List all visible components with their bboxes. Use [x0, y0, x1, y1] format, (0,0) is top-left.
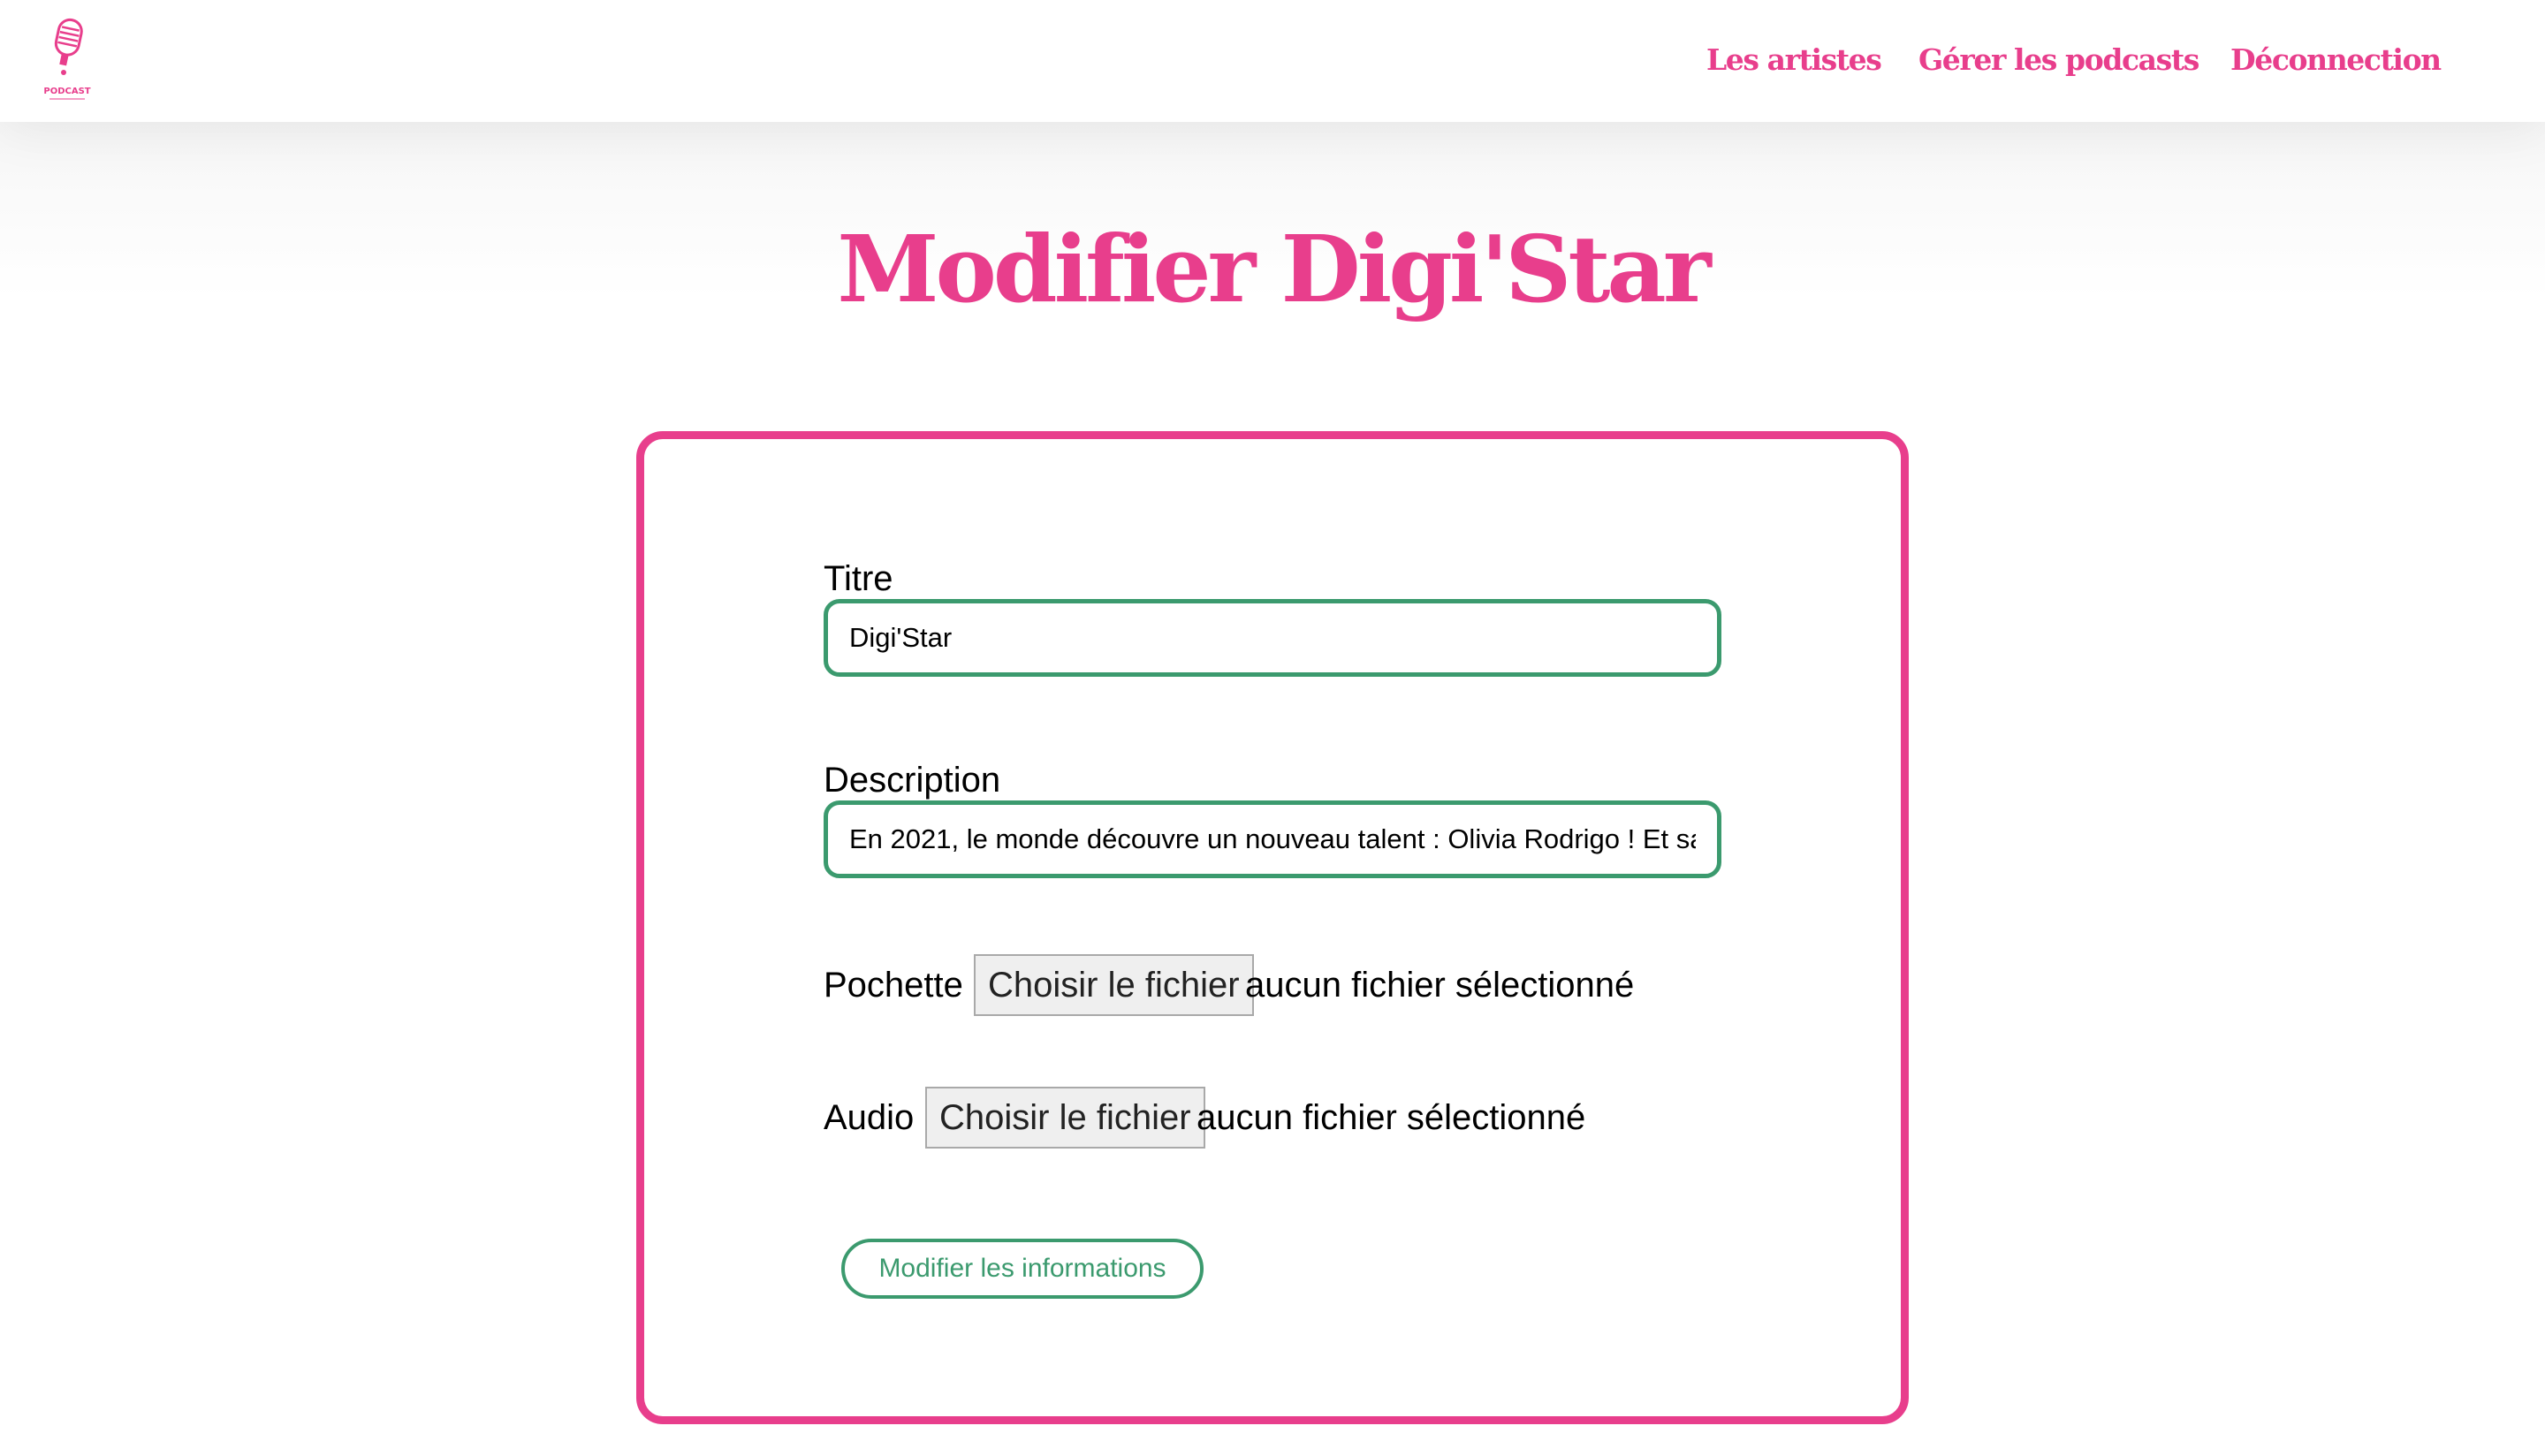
- nav-link-artists[interactable]: Les artistes: [1706, 41, 1882, 80]
- description-input[interactable]: [824, 800, 1721, 878]
- nav-link-manage-podcasts[interactable]: Gérer les podcasts: [1918, 41, 2199, 80]
- description-label: Description: [824, 761, 1001, 800]
- audio-label: Audio: [824, 1098, 915, 1137]
- main-nav: Les artistes Gérer les podcasts Déconnec…: [0, 41, 2545, 80]
- title-input[interactable]: [824, 599, 1721, 677]
- page-title: Modifier Digi'Star: [837, 215, 1711, 323]
- title-label: Titre: [824, 559, 893, 598]
- svg-text:PODCAST: PODCAST: [43, 87, 90, 96]
- audio-file-status: aucun fichier sélectionné: [1197, 1098, 1586, 1137]
- cover-file-button[interactable]: Choisir le fichier: [974, 954, 1254, 1016]
- edit-podcast-form: Titre Description Pochette Choisir le fi…: [636, 431, 1909, 1424]
- nav-link-logout[interactable]: Déconnection: [2230, 41, 2442, 80]
- cover-label: Pochette: [824, 966, 963, 1005]
- audio-file-button[interactable]: Choisir le fichier: [925, 1087, 1205, 1149]
- cover-file-status: aucun fichier sélectionné: [1245, 966, 1635, 1005]
- site-header: PODCAST Les artistes Gérer les podcasts …: [0, 0, 2545, 122]
- submit-button[interactable]: Modifier les informations: [841, 1239, 1204, 1299]
